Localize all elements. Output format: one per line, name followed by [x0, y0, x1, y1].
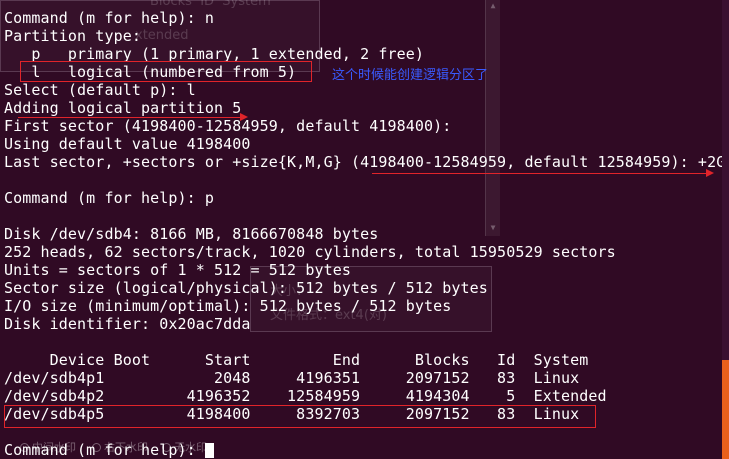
scroll-up-icon: ▲ — [490, 1, 496, 10]
terminal-line: Last sector, +sectors or +size{K,M,G} (4… — [4, 153, 726, 171]
terminal-line: Device Boot Start End Blocks Id System — [4, 351, 589, 369]
terminal-window[interactable]: Blocks ID System xtended 大小： 文件格式：ext4(对… — [0, 0, 729, 459]
terminal-line: I/O size (minimum/optimal): 512 bytes / … — [4, 297, 452, 315]
radio-icon — [92, 443, 101, 452]
watermark-option-none[interactable]: 无水印 — [148, 426, 207, 454]
arrow-icon — [706, 169, 714, 177]
terminal-line: 252 heads, 62 sectors/track, 1020 cylind… — [4, 243, 616, 261]
watermark-option-label: 无水印 — [174, 441, 207, 454]
background-scrollbar: ▲ ▼ — [485, 0, 500, 236]
terminal-line: Adding logical partition 5 — [4, 99, 242, 117]
watermark-option-bottom-right[interactable]: 右下水印 — [78, 426, 148, 454]
background-dialog-label: xtended — [135, 28, 189, 43]
highlight-box-logical — [20, 61, 312, 82]
terminal-line: Sector size (logical/physical): 512 byte… — [4, 279, 488, 297]
highlight-underline-select — [18, 117, 240, 118]
radio-icon — [20, 443, 29, 452]
terminal-line: Select (default p): l — [4, 81, 196, 99]
terminal-line: Command (m for help): n — [4, 9, 215, 27]
terminal-line: Disk identifier: 0x20ac7dda — [4, 315, 251, 333]
terminal-line: First sector (4198400-12584959, default … — [4, 117, 452, 135]
scroll-down-icon: ▼ — [490, 223, 496, 232]
terminal-line: Command (m for help): p — [4, 189, 215, 207]
terminal-line: /dev/sdb4p1 2048 4196351 2097152 83 Linu… — [4, 369, 580, 387]
watermark-option-center[interactable]: 中间水印 — [6, 426, 76, 454]
terminal-line: Partition type: — [4, 27, 141, 45]
watermark-option-label: 右下水印 — [104, 441, 148, 454]
highlight-box-sdb4p5 — [4, 405, 596, 428]
watermark-option-label: 中间水印 — [32, 441, 76, 454]
background-dialog-title: Blocks ID System — [150, 0, 271, 9]
annotation-text: 这个时候能创建逻辑分区了 — [332, 68, 489, 83]
right-edge-accent — [722, 360, 729, 459]
highlight-underline-last-sector — [372, 173, 706, 174]
terminal-line: Units = sectors of 1 * 512 = 512 bytes — [4, 261, 351, 279]
radio-icon — [162, 443, 171, 452]
terminal-line: Disk /dev/sdb4: 8166 MB, 8166670848 byte… — [4, 225, 379, 243]
right-edge-strip — [722, 0, 729, 360]
terminal-line: Using default value 4198400 — [4, 135, 251, 153]
arrow-icon — [240, 113, 248, 121]
terminal-line: /dev/sdb4p2 4196352 12584959 4194304 5 E… — [4, 387, 607, 405]
